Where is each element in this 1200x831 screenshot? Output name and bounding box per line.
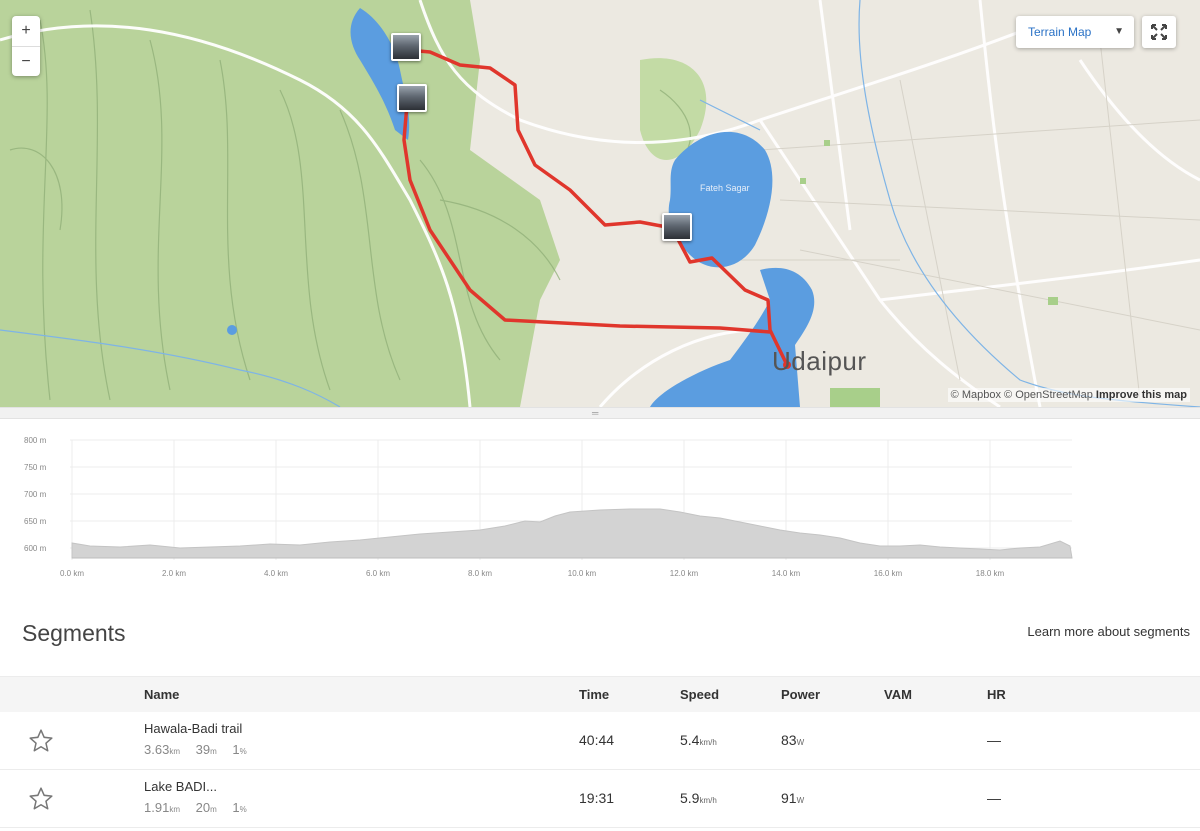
- lake-label: Fateh Sagar: [700, 183, 750, 193]
- route-map[interactable]: + − Terrain Map ▼ Fateh Sagar Udaipur © …: [0, 0, 1200, 407]
- y-tick-label: 750 m: [24, 463, 47, 472]
- column-header-hr[interactable]: HR: [987, 687, 1006, 702]
- photo-thumbnail: [393, 35, 419, 59]
- map-attribution: © Mapbox © OpenStreetMap Improve this ma…: [947, 388, 1190, 402]
- zoom-control: + −: [12, 16, 40, 76]
- segment-time: 40:44: [579, 732, 615, 748]
- unit-label: W: [796, 738, 805, 747]
- segment-power: 83: [781, 732, 797, 748]
- segment-power-cell: 91W: [781, 790, 804, 806]
- x-tick-label: 18.0 km: [976, 569, 1005, 578]
- osm-link[interactable]: © OpenStreetMap: [1004, 389, 1093, 401]
- segments-table: Name Time Speed Power VAM HR Hawala-Badi…: [0, 676, 1200, 828]
- column-header-name[interactable]: Name: [144, 687, 179, 702]
- unit-label: km: [169, 747, 180, 756]
- map-resize-handle[interactable]: ═: [0, 407, 1200, 419]
- table-row: Hawala-Badi trail 3.63km 39m 1% 40:44 5.…: [0, 712, 1200, 770]
- y-tick-label: 600 m: [24, 544, 47, 553]
- x-tick-label: 12.0 km: [670, 569, 699, 578]
- table-row: Lake BADI... 1.91km 20m 1% 19:31 5.9km/h…: [0, 770, 1200, 828]
- star-icon[interactable]: [28, 786, 54, 812]
- mapbox-link[interactable]: © Mapbox: [951, 389, 1001, 401]
- x-tick-label: 10.0 km: [568, 569, 597, 578]
- elevation-chart[interactable]: 800 m 750 m 700 m 650 m 600 m 0.0 km 2.0…: [0, 430, 1200, 580]
- map-type-label: Terrain Map: [1028, 25, 1092, 39]
- zoom-in-button[interactable]: +: [12, 16, 40, 46]
- segment-grade: 1: [232, 800, 240, 815]
- elevation-svg: 800 m 750 m 700 m 650 m 600 m 0.0 km 2.0…: [24, 436, 1073, 578]
- expand-icon: [1151, 24, 1167, 40]
- y-axis-labels: 800 m 750 m 700 m 650 m 600 m: [24, 436, 47, 553]
- unit-label: km: [169, 805, 180, 814]
- photo-marker-2[interactable]: [397, 84, 427, 112]
- zoom-out-button[interactable]: −: [12, 46, 40, 76]
- caret-down-icon: ▼: [1114, 26, 1124, 37]
- x-tick-label: 14.0 km: [772, 569, 801, 578]
- x-tick-label: 8.0 km: [468, 569, 492, 578]
- star-icon[interactable]: [28, 728, 54, 754]
- fullscreen-button[interactable]: [1142, 16, 1176, 48]
- segment-speed-cell: 5.9km/h: [680, 790, 717, 806]
- x-tick-label: 16.0 km: [874, 569, 903, 578]
- unit-label: W: [796, 796, 805, 805]
- x-tick-label: 6.0 km: [366, 569, 390, 578]
- photo-marker-1[interactable]: [391, 33, 421, 61]
- map-terrain: [0, 0, 1200, 407]
- unit-label: %: [239, 805, 247, 814]
- segment-name-link[interactable]: Hawala-Badi trail: [144, 721, 242, 736]
- photo-marker-3[interactable]: [662, 213, 692, 241]
- unit-label: km/h: [699, 738, 717, 747]
- segment-hr: —: [987, 790, 1001, 806]
- map-type-dropdown[interactable]: Terrain Map ▼: [1016, 16, 1134, 48]
- drag-handle-icon: ═: [592, 408, 599, 418]
- y-tick-label: 700 m: [24, 490, 47, 499]
- elevation-profile: [71, 508, 1073, 559]
- photo-thumbnail: [664, 215, 690, 239]
- unit-label: m: [210, 747, 217, 756]
- segment-stats: 1.91km 20m 1%: [144, 800, 259, 815]
- photo-thumbnail: [399, 86, 425, 110]
- segment-power-cell: 83W: [781, 732, 804, 748]
- segment-grade: 1: [232, 742, 240, 757]
- y-tick-label: 650 m: [24, 517, 47, 526]
- segment-name-link[interactable]: Lake BADI...: [144, 779, 217, 794]
- city-label: Udaipur: [772, 346, 867, 376]
- x-tick-label: 4.0 km: [264, 569, 288, 578]
- segment-speed: 5.9: [680, 790, 700, 806]
- column-header-time[interactable]: Time: [579, 687, 609, 702]
- column-header-vam[interactable]: VAM: [884, 687, 912, 702]
- segment-elevation: 20: [195, 800, 211, 815]
- segment-distance: 1.91: [144, 800, 170, 815]
- segment-stats: 3.63km 39m 1%: [144, 742, 259, 757]
- improve-map-link[interactable]: Improve this map: [1096, 389, 1187, 401]
- unit-label: %: [239, 747, 247, 756]
- x-tick-label: 2.0 km: [162, 569, 186, 578]
- unit-label: km/h: [699, 796, 717, 805]
- segment-elevation: 39: [195, 742, 211, 757]
- segment-hr: —: [987, 732, 1001, 748]
- segments-table-header: Name Time Speed Power VAM HR: [0, 676, 1200, 712]
- segments-title: Segments: [22, 620, 126, 646]
- learn-more-segments-link[interactable]: Learn more about segments: [1027, 624, 1190, 639]
- x-tick-label: 0.0 km: [60, 569, 84, 578]
- segment-speed: 5.4: [680, 732, 700, 748]
- segment-power: 91: [781, 790, 797, 806]
- x-axis-labels: 0.0 km 2.0 km 4.0 km 6.0 km 8.0 km 10.0 …: [60, 569, 1005, 578]
- segment-time: 19:31: [579, 790, 615, 806]
- segment-speed-cell: 5.4km/h: [680, 732, 717, 748]
- y-tick-label: 800 m: [24, 436, 47, 445]
- unit-label: m: [210, 805, 217, 814]
- column-header-speed[interactable]: Speed: [680, 687, 719, 702]
- column-header-power[interactable]: Power: [781, 687, 820, 702]
- segment-distance: 3.63: [144, 742, 170, 757]
